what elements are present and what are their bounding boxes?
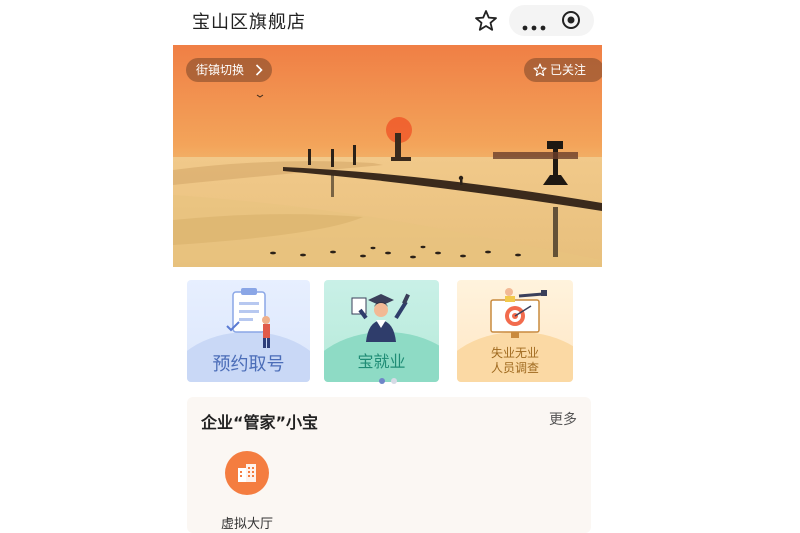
card-employment[interactable]: 宝就业 [324, 280, 439, 382]
street-switch-label: 街镇切换 [196, 63, 245, 77]
building-icon [225, 451, 269, 495]
carousel-dot[interactable] [391, 378, 397, 384]
card-unemployment-survey-label: 失业无业 人员调查 [457, 346, 573, 376]
chevron-right-icon [255, 64, 263, 76]
card-unemployment-survey[interactable]: 失业无业 人员调查 [457, 280, 573, 382]
card-survey-line1: 失业无业 [490, 346, 539, 360]
capsule-menu [509, 5, 594, 36]
follow-label: 已关注 [550, 63, 587, 77]
service-cards: 预约取号 宝就业 失业无业 人员调查 [173, 280, 602, 390]
top-bar: 宝山区旗舰店 [173, 0, 602, 44]
street-switch-button[interactable]: 街镇切换 [186, 58, 272, 82]
card-employment-label: 宝就业 [357, 352, 406, 371]
enterprise-butler-section: 企业“管家”小宝 更多 虚拟大厅 [187, 397, 591, 533]
page-title: 宝山区旗舰店 [192, 12, 306, 33]
graduate-illustration-icon [351, 293, 410, 342]
more-link[interactable]: 更多 [549, 409, 577, 429]
banner-image[interactable]: 街镇切换 已关注 [173, 45, 602, 267]
target-board-illustration-icon [490, 288, 547, 338]
star-outline-icon [533, 63, 547, 77]
more-dots-icon[interactable] [521, 17, 547, 31]
star-icon[interactable] [473, 8, 499, 34]
service-virtual-hall-label: 虚拟大厅 [220, 517, 273, 532]
target-circle-icon[interactable] [561, 10, 581, 30]
service-virtual-hall[interactable]: 虚拟大厅 [211, 449, 283, 532]
section-title: 企业“管家”小宝 [201, 413, 319, 432]
card-appointment[interactable]: 预约取号 [187, 280, 310, 382]
card-appointment-label: 预约取号 [212, 354, 285, 375]
card-survey-line2: 人员调查 [490, 361, 539, 375]
follow-button[interactable]: 已关注 [524, 58, 602, 82]
clipboard-illustration-icon [226, 288, 270, 348]
mini-program-page: 宝山区旗舰店 街镇切换 已关注 预约取号 宝就业 失业无业 人员调查 企业“管家… [173, 0, 602, 533]
carousel-dot-active[interactable] [379, 378, 385, 384]
